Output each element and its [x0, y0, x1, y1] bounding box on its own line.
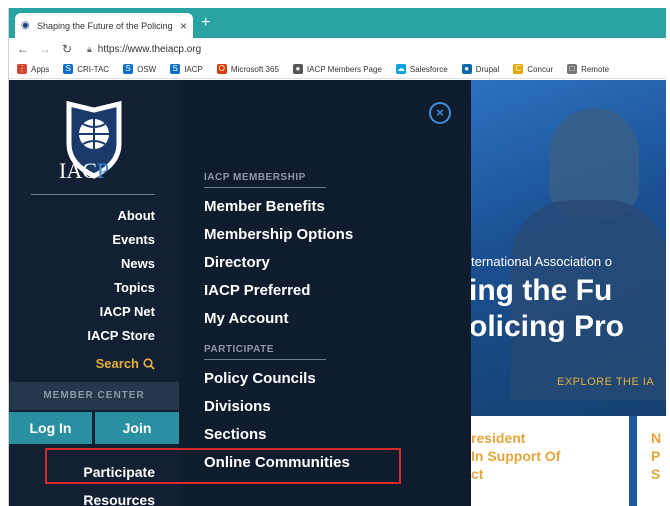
bookmark-iacp[interactable]: S IACP [170, 64, 203, 74]
new-tab-button[interactable]: + [201, 14, 210, 32]
page-content: IACP About Events News Topics IACP Net I… [9, 80, 666, 506]
nav-link-about[interactable]: About [87, 208, 155, 232]
bookmark-concur[interactable]: C Concur [513, 64, 553, 74]
menu-link-directory[interactable]: Directory [204, 254, 270, 271]
logo-text-main: IAC [59, 158, 97, 183]
divider [204, 359, 326, 360]
nav-link-iacp-store[interactable]: IACP Store [87, 328, 155, 352]
hero-headline-line-1: ing the Fu [471, 274, 613, 307]
menu-link-sections[interactable]: Sections [204, 426, 267, 443]
iacp-wordmark: IACP [59, 158, 109, 184]
card-text: S [651, 466, 661, 482]
bookmark-cri-tac[interactable]: S CRI-TAC [63, 64, 109, 74]
nav-link-news[interactable]: News [87, 256, 155, 280]
search-label: Search [95, 356, 139, 371]
url-field[interactable]: https://www.theiacp.org [98, 44, 201, 55]
menu-link-membership-options[interactable]: Membership Options [204, 226, 353, 243]
membership-section-heading: IACP MEMBERSHIP [204, 172, 306, 183]
tab-title: Shaping the Future of the Policing [37, 20, 173, 31]
explore-link[interactable]: EXPLORE THE IA [557, 376, 654, 388]
iacp-favicon-icon: ◉ [21, 19, 30, 31]
bookmark-label: Concur [527, 64, 554, 74]
nav-link-events[interactable]: Events [87, 232, 155, 256]
search-icon [143, 358, 155, 370]
nav-link-topics[interactable]: Topics [87, 280, 155, 304]
apps-grid-icon: ⋮ [17, 64, 27, 74]
tab-strip: ◉ Shaping the Future of the Policing × + [9, 8, 666, 38]
bookmark-label: Microsoft 365 [230, 64, 279, 74]
highlight-annotation-box [45, 448, 401, 484]
hero-subtitle: ternational Association o [471, 254, 612, 269]
menu-link-iacp-preferred[interactable]: IACP Preferred [204, 282, 310, 299]
resources-link[interactable]: Resources [83, 492, 155, 506]
menu-link-divisions[interactable]: Divisions [204, 398, 271, 415]
bookmark-osw[interactable]: S OSW [123, 64, 156, 74]
menu-link-member-benefits[interactable]: Member Benefits [204, 198, 325, 215]
login-button[interactable]: Log In [9, 412, 92, 444]
sharepoint-icon: S [170, 64, 181, 74]
bookmark-apps[interactable]: ⋮ Apps [17, 64, 49, 74]
tab-close-icon[interactable]: × [180, 19, 187, 33]
member-dropdown-menu: × IACP MEMBERSHIP Member Benefits Member… [179, 80, 471, 506]
card-text: In Support Of [471, 448, 561, 464]
card-text: resident [471, 430, 526, 446]
bookmark-microsoft-365[interactable]: O Microsoft 365 [216, 64, 279, 74]
bookmark-label: Remote [581, 64, 610, 74]
card-text: N [651, 430, 662, 446]
person-icon: ● [292, 64, 303, 74]
address-bar: ← → ↻ 🔒︎ https://www.theiacp.org [9, 38, 666, 60]
office-icon: O [216, 64, 227, 74]
bookmark-label: IACP [184, 64, 203, 74]
cloud-icon: ☁ [395, 64, 406, 74]
card-text: P [651, 448, 661, 464]
sharepoint-icon: S [63, 64, 74, 74]
divider [31, 194, 155, 195]
page-icon: □ [567, 64, 578, 74]
close-menu-icon[interactable]: × [429, 102, 451, 124]
bookmark-label: IACP Members Page [306, 64, 382, 74]
browser-tab-active[interactable]: ◉ Shaping the Future of the Policing × [15, 13, 193, 38]
bookmark-label: OSW [137, 64, 157, 74]
bookmark-label: CRI-TAC [77, 64, 110, 74]
bookmark-members-page[interactable]: ● IACP Members Page [292, 64, 382, 74]
drupal-icon: ● [461, 64, 472, 74]
bookmark-label: Salesforce [409, 64, 448, 74]
sharepoint-icon: S [123, 64, 134, 74]
forward-arrow-icon[interactable]: → [39, 42, 51, 56]
bookmark-remote[interactable]: □ Remote [567, 64, 609, 74]
left-navigation: IACP About Events News Topics IACP Net I… [9, 80, 179, 506]
lock-icon[interactable]: 🔒︎ [87, 44, 92, 55]
logo-text-accent: P [96, 158, 110, 183]
participate-section-heading: PARTICIPATE [204, 344, 274, 355]
search-link[interactable]: Search [87, 352, 155, 376]
join-button[interactable]: Join [95, 412, 179, 444]
member-center-heading: MEMBER CENTER [9, 382, 179, 410]
menu-link-my-account[interactable]: My Account [204, 310, 288, 327]
hero-banner: ternational Association o ing the Fu oli… [471, 80, 666, 506]
divider [204, 187, 326, 188]
hero-headline-line-2: olicing Pro [471, 310, 625, 343]
card-text: ct [471, 466, 484, 482]
bookmark-label: Apps [31, 64, 50, 74]
nav-link-iacp-net[interactable]: IACP Net [87, 304, 155, 328]
browser-window: ◉ Shaping the Future of the Policing × +… [8, 8, 666, 506]
bookmarks-bar: ⋮ Apps S CRI-TAC S OSW S IACP O Microsoft 365… [9, 60, 666, 79]
news-card[interactable]: resident In Support Of ct [471, 416, 629, 506]
news-card[interactable]: N P S [637, 416, 666, 506]
hero-photo [471, 80, 666, 416]
reload-icon[interactable]: ↻ [61, 42, 73, 56]
main-nav-list: About Events News Topics IACP Net IACP S… [87, 208, 155, 376]
bookmark-salesforce[interactable]: ☁ Salesforce [395, 64, 448, 74]
back-arrow-icon[interactable]: ← [17, 42, 29, 56]
concur-icon: C [513, 64, 524, 74]
menu-link-policy-councils[interactable]: Policy Councils [204, 370, 316, 387]
bookmark-label: Drupal [475, 64, 500, 74]
bookmark-drupal[interactable]: ● Drupal [461, 64, 500, 74]
